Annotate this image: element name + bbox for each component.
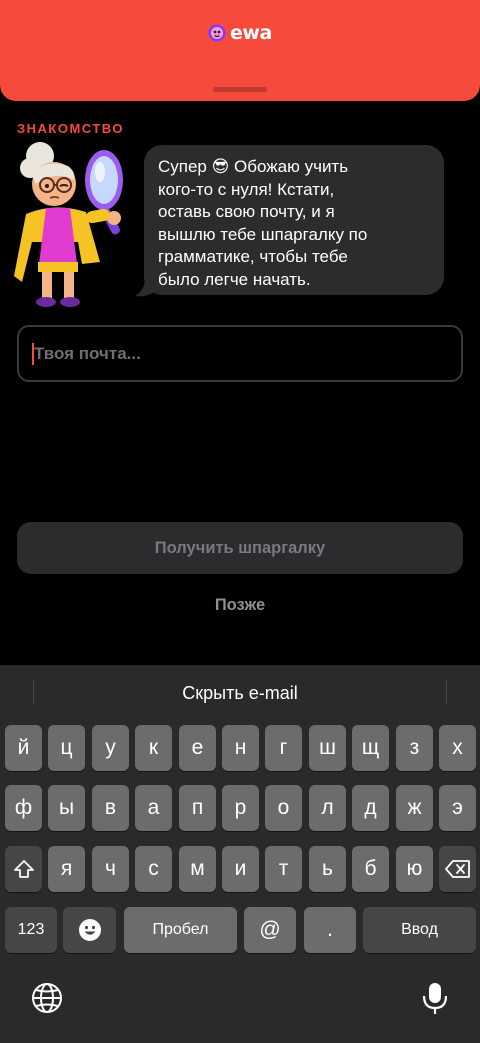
chat-line: вышлю тебе шпаргалку по bbox=[158, 224, 368, 244]
email-input[interactable] bbox=[34, 343, 414, 364]
sheet-grabber[interactable] bbox=[213, 87, 267, 92]
get-cheatsheet-button[interactable]: Получить шпаргалку bbox=[17, 522, 463, 574]
chat-line: было легче начать. bbox=[158, 269, 311, 289]
chat-line: грамматике, чтобы тебе bbox=[158, 247, 348, 267]
key[interactable]: й bbox=[5, 725, 42, 771]
chat-line: кого-то с нуля! Кстати, bbox=[158, 179, 335, 199]
at-key[interactable]: @ bbox=[244, 907, 296, 953]
grandma-detective-character bbox=[14, 142, 123, 307]
key[interactable]: я bbox=[48, 846, 85, 892]
backspace-key[interactable] bbox=[439, 846, 476, 892]
globe-icon[interactable] bbox=[30, 981, 64, 1015]
key[interactable]: э bbox=[439, 785, 476, 831]
key[interactable]: к bbox=[135, 725, 172, 771]
email-field[interactable] bbox=[17, 325, 463, 382]
key[interactable]: с bbox=[135, 846, 172, 892]
suggestion-bar: Скрыть e-mail bbox=[0, 665, 480, 721]
hide-email-suggestion[interactable]: Скрыть e-mail bbox=[0, 681, 480, 705]
key[interactable]: н bbox=[222, 725, 259, 771]
key[interactable]: а bbox=[135, 785, 172, 831]
key[interactable]: м bbox=[179, 846, 216, 892]
chat-bubble: Супер 😎 Обожаю учить кого-то с нуля! Кст… bbox=[144, 145, 444, 295]
dot-key[interactable]: . bbox=[304, 907, 356, 953]
key[interactable]: б bbox=[352, 846, 389, 892]
key[interactable]: ь bbox=[309, 846, 346, 892]
key[interactable]: и bbox=[222, 846, 259, 892]
backspace-icon bbox=[444, 860, 470, 878]
key[interactable]: е bbox=[179, 725, 216, 771]
header-bar: ewa bbox=[0, 0, 480, 101]
key[interactable]: ж bbox=[396, 785, 433, 831]
key[interactable]: т bbox=[265, 846, 302, 892]
shift-key[interactable] bbox=[5, 846, 42, 892]
space-key[interactable]: Пробел bbox=[124, 907, 237, 953]
later-button[interactable]: Позже bbox=[0, 592, 480, 618]
return-key[interactable]: Ввод bbox=[363, 907, 476, 953]
key[interactable]: ц bbox=[48, 725, 85, 771]
key[interactable]: ы bbox=[48, 785, 85, 831]
keyboard: Скрыть e-mail й ц у к е н г ш щ з х ф ы … bbox=[0, 665, 480, 1043]
key[interactable]: л bbox=[309, 785, 346, 831]
key[interactable]: в bbox=[92, 785, 129, 831]
key[interactable]: з bbox=[396, 725, 433, 771]
key[interactable]: щ bbox=[352, 725, 389, 771]
key[interactable]: п bbox=[179, 785, 216, 831]
key[interactable]: х bbox=[439, 725, 476, 771]
key[interactable]: ф bbox=[5, 785, 42, 831]
ewa-logo: ewa bbox=[208, 22, 272, 44]
section-label: ЗНАКОМСТВО bbox=[17, 121, 124, 136]
microphone-icon[interactable] bbox=[418, 981, 452, 1015]
logo-text: ewa bbox=[230, 22, 272, 44]
chat-line: Супер 😎 Обожаю учить bbox=[158, 157, 349, 176]
key[interactable]: р bbox=[222, 785, 259, 831]
key[interactable]: ю bbox=[396, 846, 433, 892]
suggestion-divider bbox=[446, 680, 447, 704]
ewa-logo-icon bbox=[208, 24, 226, 42]
key[interactable]: ш bbox=[309, 725, 346, 771]
chat-line: оставь свою почту, и я bbox=[158, 202, 335, 222]
key[interactable]: о bbox=[265, 785, 302, 831]
emoji-key[interactable] bbox=[63, 907, 116, 953]
emoji-icon bbox=[78, 919, 101, 941]
shift-icon bbox=[13, 860, 34, 878]
key[interactable]: у bbox=[92, 725, 129, 771]
key[interactable]: д bbox=[352, 785, 389, 831]
key[interactable]: ч bbox=[92, 846, 129, 892]
key[interactable]: г bbox=[265, 725, 302, 771]
numbers-key[interactable]: 123 bbox=[5, 907, 57, 953]
